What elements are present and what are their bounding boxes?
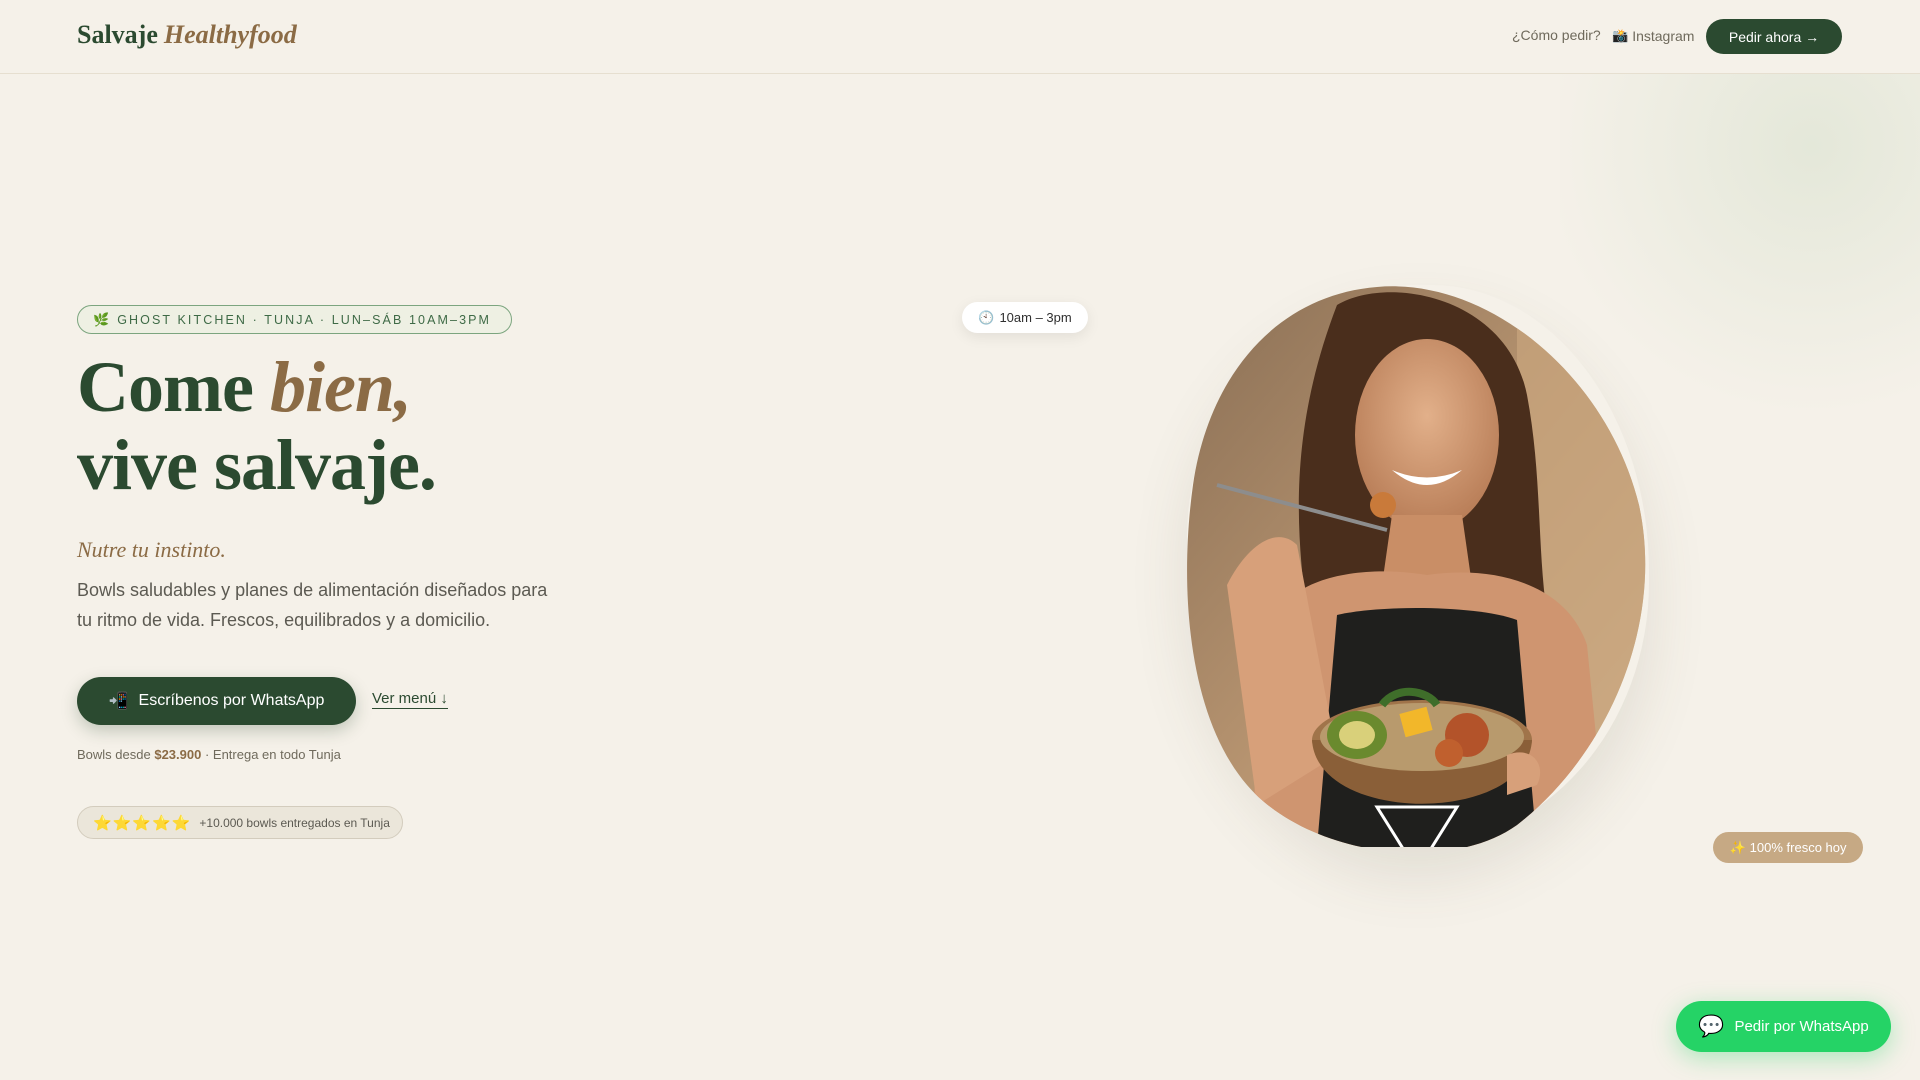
fresh-today-badge: ✨ 100% fresco hoy (1713, 832, 1863, 863)
headline-come: Come (77, 347, 254, 427)
hero-photo (1187, 285, 1649, 847)
price-info: Bowls desde $23.900 · Entrega en todo Tu… (77, 747, 341, 762)
tagline-text: GHOST KITCHEN · TUNJA · LUN–SÁB 10AM–3PM (117, 312, 492, 327)
headline-bien: bien, (269, 347, 412, 427)
floating-whatsapp-button[interactable]: 💬 Pedir por WhatsApp (1676, 1001, 1891, 1052)
whatsapp-contact-label: Escríbenos por WhatsApp (138, 692, 325, 709)
headline-line-2: vive salvaje. (77, 425, 437, 505)
floating-whatsapp-label: Pedir por WhatsApp (1734, 1018, 1869, 1035)
site-header: Salvaje Healthyfood ¿Cómo pedir? 📸 Instag… (0, 0, 1920, 74)
hours-badge: 🕙 10am – 3pm (962, 302, 1088, 333)
hero-tagline-badge: 🌿 GHOST KITCHEN · TUNJA · LUN–SÁB 10AM–3… (77, 305, 512, 334)
rating-text: +10.000 bowls entregados en Tunja (199, 815, 390, 830)
view-menu-link[interactable]: Ver menú ↓ (372, 690, 448, 709)
logo-accent: Healthyfood (163, 20, 297, 49)
clock-icon: 🕙 (978, 309, 995, 325)
leaf-icon: 🌿 (93, 311, 110, 327)
rating-badge: ⭐⭐⭐⭐⭐ +10.000 bowls entregados en Tunja (77, 806, 403, 839)
whatsapp-contact-button[interactable]: 📲 Escríbenos por WhatsApp (77, 677, 356, 725)
hero-subtitle: Nutre tu instinto. (77, 537, 226, 562)
nav-instagram-link[interactable]: 📸 Instagram (1612, 28, 1694, 44)
hero-description: Bowls saludables y planes de alimentació… (77, 580, 548, 630)
price-prefix: Bowls desde (77, 747, 151, 762)
sparkles-icon: ✨ (1729, 839, 1746, 855)
logo-main: Salvaje (77, 20, 158, 49)
nav-how-to-order[interactable]: ¿Cómo pedir? (1512, 27, 1601, 43)
hero-headline: Come bien, vive salvaje. (77, 347, 437, 505)
rating-stars: ⭐⭐⭐⭐⭐ (93, 814, 192, 832)
woman-eating-bowl-image (1187, 286, 1646, 847)
hours-text: 10am – 3pm (999, 310, 1072, 325)
price-value: $23.900 (154, 747, 202, 762)
order-now-button[interactable]: Pedir ahora → (1706, 19, 1842, 54)
phone-arrow-icon: 📲 (108, 693, 129, 710)
camera-icon: 📸 (1612, 28, 1629, 43)
chat-bubble-icon: 💬 (1698, 1014, 1725, 1038)
brand-logo[interactable]: Salvaje Healthyfood (77, 20, 297, 50)
fresh-text: 100% fresco hoy (1749, 840, 1847, 855)
price-suffix: · Entrega en todo Tunja (204, 747, 341, 762)
nav-instagram-label: Instagram (1632, 28, 1695, 44)
